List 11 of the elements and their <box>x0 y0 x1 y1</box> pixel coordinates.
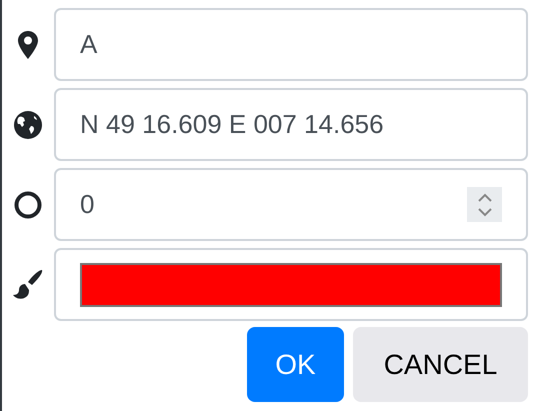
color-field[interactable] <box>54 248 528 321</box>
globe-icon <box>14 110 42 138</box>
number-field[interactable]: 0 <box>54 168 528 241</box>
input-field[interactable]: N 49 16.609 E 007 14.656 <box>54 88 528 161</box>
spinner-icon[interactable] <box>467 187 502 222</box>
input-field[interactable]: A <box>54 8 528 81</box>
cancel-button[interactable]: CANCEL <box>353 327 528 402</box>
map-pin-icon <box>18 30 38 58</box>
paintbrush-icon <box>12 268 44 300</box>
ok-button[interactable]: OK <box>247 327 344 402</box>
circle-icon <box>14 190 42 218</box>
